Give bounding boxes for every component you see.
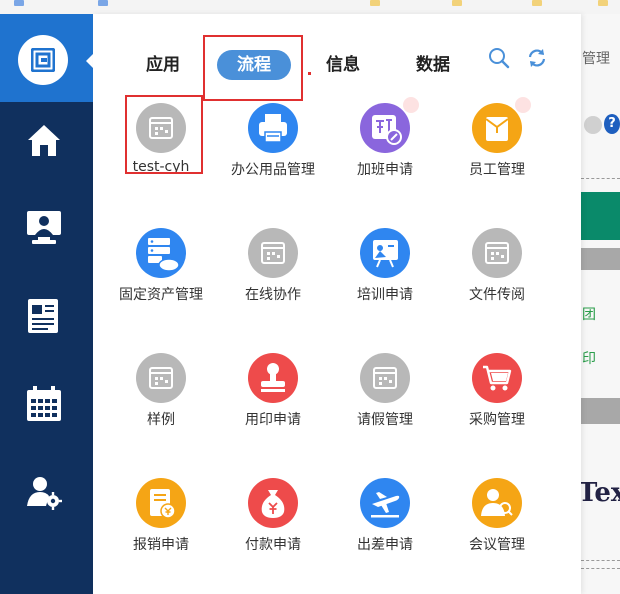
search-icon[interactable] xyxy=(487,46,511,70)
app-tile-training[interactable]: 培训申请 xyxy=(329,228,441,328)
app-tile-office-supplies[interactable]: 办公用品管理 xyxy=(217,103,329,203)
badge xyxy=(403,97,419,113)
app-tile-business-trip[interactable]: 出差申请 xyxy=(329,478,441,578)
background-grey-band xyxy=(581,398,620,424)
divider xyxy=(581,560,620,561)
app-label: 固定资产管理 xyxy=(119,287,203,303)
window-icon xyxy=(248,228,298,278)
logo-area xyxy=(0,14,93,102)
plane-icon xyxy=(360,478,410,528)
app-tile-file-circulation[interactable]: 文件传阅 xyxy=(441,228,553,328)
calendar-icon[interactable] xyxy=(24,384,64,424)
window-icon xyxy=(472,228,522,278)
app-tile-purchase[interactable]: 采购管理 xyxy=(441,353,553,453)
background-big-text: Tex xyxy=(578,478,620,508)
app-label: 付款申请 xyxy=(245,537,301,553)
printer-icon xyxy=(248,103,298,153)
app-tile-employee[interactable]: 员工管理 xyxy=(441,97,553,203)
app-label: 用印申请 xyxy=(245,412,301,428)
highlight-mark xyxy=(308,72,311,75)
tab-info[interactable]: 信息 xyxy=(313,50,373,80)
news-icon[interactable] xyxy=(24,296,64,336)
money-bag-icon xyxy=(248,478,298,528)
app-tile-leave[interactable]: 请假管理 xyxy=(329,353,441,453)
app-tile-seal[interactable]: 用印申请 xyxy=(217,353,329,453)
tab-chip xyxy=(532,0,542,6)
home-icon[interactable] xyxy=(24,120,64,160)
tab-chip xyxy=(370,0,380,6)
background-green-text: 团 xyxy=(582,307,596,323)
highlight-box-app xyxy=(125,95,203,174)
tab-data[interactable]: 数据 xyxy=(403,50,463,80)
app-tile-sample[interactable]: 样例 xyxy=(105,353,217,453)
help-icon[interactable]: ? xyxy=(604,114,620,134)
background-green-band xyxy=(581,192,620,240)
app-label: 样例 xyxy=(147,412,175,428)
overtime-icon xyxy=(360,103,410,153)
refresh-icon[interactable] xyxy=(525,46,549,70)
app-label: 报销申请 xyxy=(133,537,189,553)
stamp-icon xyxy=(248,353,298,403)
sidebar xyxy=(0,14,93,594)
app-tile-payment[interactable]: 付款申请 xyxy=(217,478,329,578)
monitor-user-icon[interactable] xyxy=(24,207,64,247)
app-tile-reimbursement[interactable]: 报销申请 xyxy=(105,478,217,578)
app-label: 加班申请 xyxy=(357,162,413,178)
logo[interactable] xyxy=(18,35,68,85)
app-tile-online-collab[interactable]: 在线协作 xyxy=(217,228,329,328)
app-label: 请假管理 xyxy=(357,412,413,428)
folder-icon xyxy=(472,103,522,153)
logo-icon xyxy=(31,48,55,72)
presentation-icon xyxy=(360,228,410,278)
tab-chip xyxy=(98,0,108,6)
app-label: 出差申请 xyxy=(357,537,413,553)
app-tile-meeting[interactable]: 会议管理 xyxy=(441,478,553,578)
tab-chip xyxy=(598,0,608,6)
tab-apps[interactable]: 应用 xyxy=(133,50,193,80)
user-settings-icon[interactable] xyxy=(24,472,64,512)
app-label: 在线协作 xyxy=(245,287,301,303)
divider xyxy=(581,178,620,179)
app-label: 培训申请 xyxy=(357,287,413,303)
receipt-icon xyxy=(136,478,186,528)
app-tile-fixed-assets[interactable]: 固定资产管理 xyxy=(105,228,217,328)
window-icon xyxy=(360,353,410,403)
window-icon xyxy=(136,353,186,403)
cart-icon xyxy=(472,353,522,403)
app-tile-overtime[interactable]: 加班申请 xyxy=(329,97,441,203)
app-label: 会议管理 xyxy=(469,537,525,553)
window-top-strip xyxy=(0,0,620,15)
divider xyxy=(581,568,620,569)
tab-chip xyxy=(452,0,462,6)
meeting-icon xyxy=(472,478,522,528)
app-label: 采购管理 xyxy=(469,412,525,428)
highlight-box-tab xyxy=(203,35,303,101)
background-grey-band xyxy=(581,248,620,270)
app-label: 文件传阅 xyxy=(469,287,525,303)
badge xyxy=(515,97,531,113)
tab-chip xyxy=(14,0,24,6)
app-label: 员工管理 xyxy=(469,162,525,178)
background-green-text: 印 xyxy=(582,351,596,367)
background-toolbar-icon xyxy=(584,116,602,134)
app-label: 办公用品管理 xyxy=(231,162,315,178)
background-manage-text: 管理 xyxy=(582,51,610,67)
server-icon xyxy=(136,228,186,278)
